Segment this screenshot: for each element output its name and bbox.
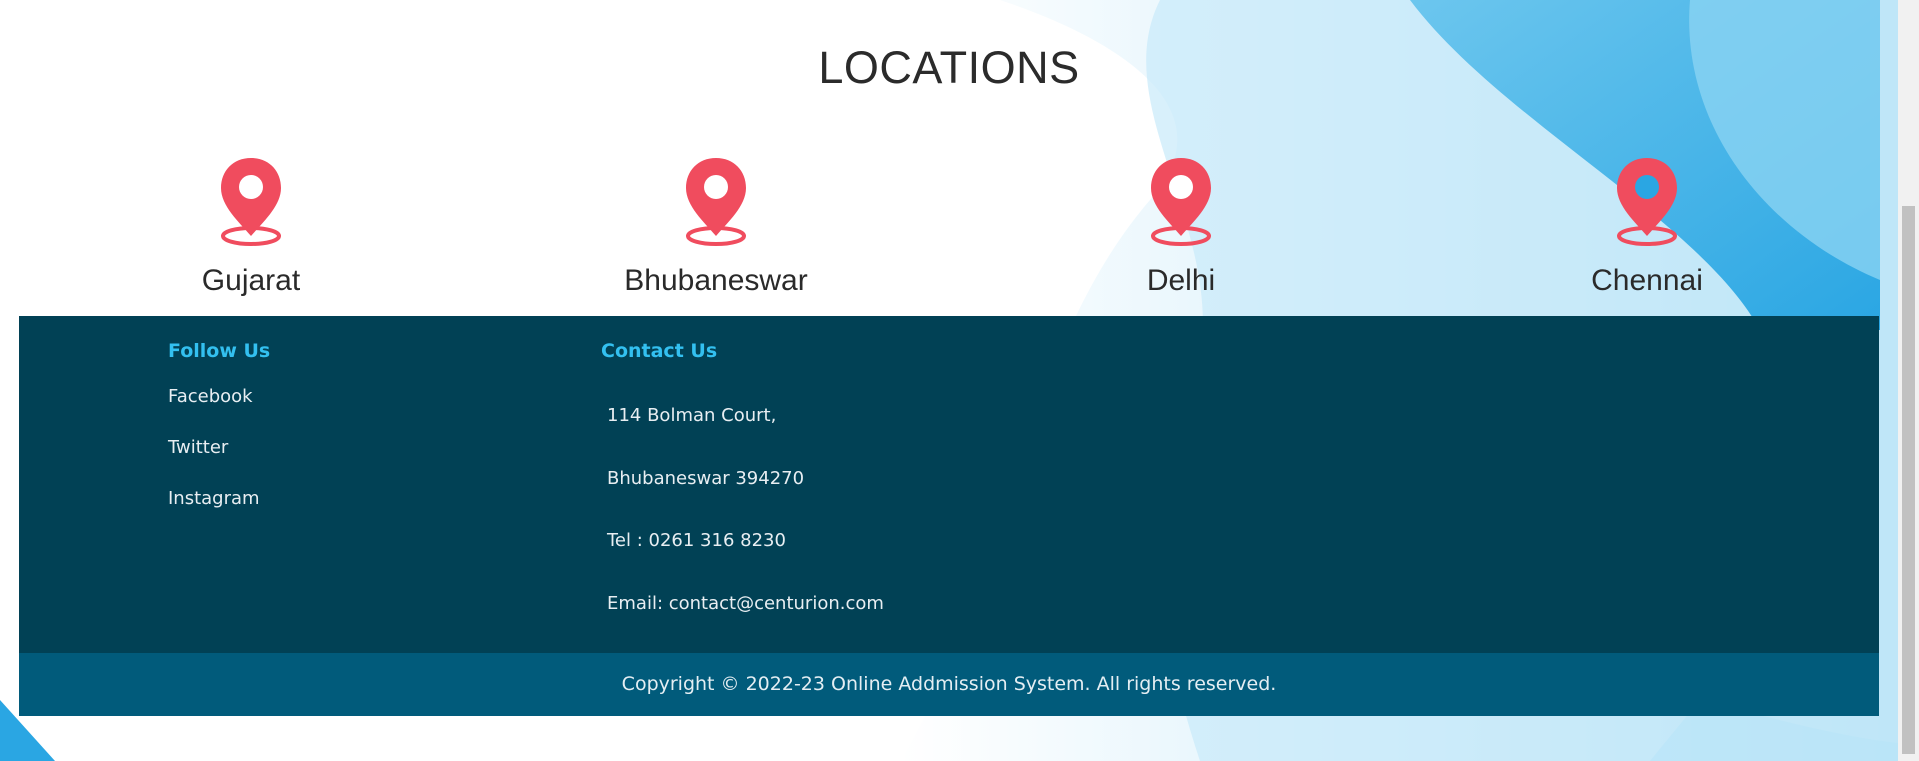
twitter-link[interactable]: Twitter [168, 437, 228, 458]
follow-us-heading: Follow Us [168, 340, 271, 362]
map-pin-icon [221, 158, 281, 246]
map-pin-icon [1151, 158, 1211, 246]
footer: Follow Us Facebook Twitter Instagram Con… [19, 316, 1879, 653]
instagram-link[interactable]: Instagram [168, 488, 260, 509]
contact-address-line-2: Bhubaneswar 394270 [607, 468, 805, 489]
map-pin-icon [686, 158, 746, 246]
location-name: Chennai [1591, 264, 1703, 297]
contact-address-line-1: 114 Bolman Court, [607, 405, 777, 426]
copyright-text: Copyright © 2022-23 Online Addmission Sy… [621, 673, 1277, 695]
contact-us-heading: Contact Us [601, 340, 718, 362]
location-name: Gujarat [201, 264, 301, 297]
map-pin-icon [1617, 158, 1677, 246]
contact-email: Email: contact@centurion.com [607, 593, 884, 614]
vertical-scrollbar[interactable] [1898, 0, 1919, 761]
scrollbar-thumb[interactable] [1902, 206, 1915, 754]
page-title: LOCATIONS [818, 42, 1080, 93]
location-bhubaneswar: Bhubaneswar [586, 156, 846, 298]
contact-phone: Tel : 0261 316 8230 [607, 530, 786, 551]
location-name: Bhubaneswar [624, 264, 808, 297]
location-gujarat: Gujarat [121, 156, 381, 298]
location-name: Delhi [1146, 264, 1216, 297]
location-delhi: Delhi [1051, 156, 1311, 298]
copyright-bar: Copyright © 2022-23 Online Addmission Sy… [19, 653, 1879, 716]
page: LOCATIONS Gujarat Bhubaneswar Delhi Chen… [0, 0, 1919, 761]
location-chennai: Chennai [1517, 156, 1777, 298]
facebook-link[interactable]: Facebook [168, 386, 253, 407]
